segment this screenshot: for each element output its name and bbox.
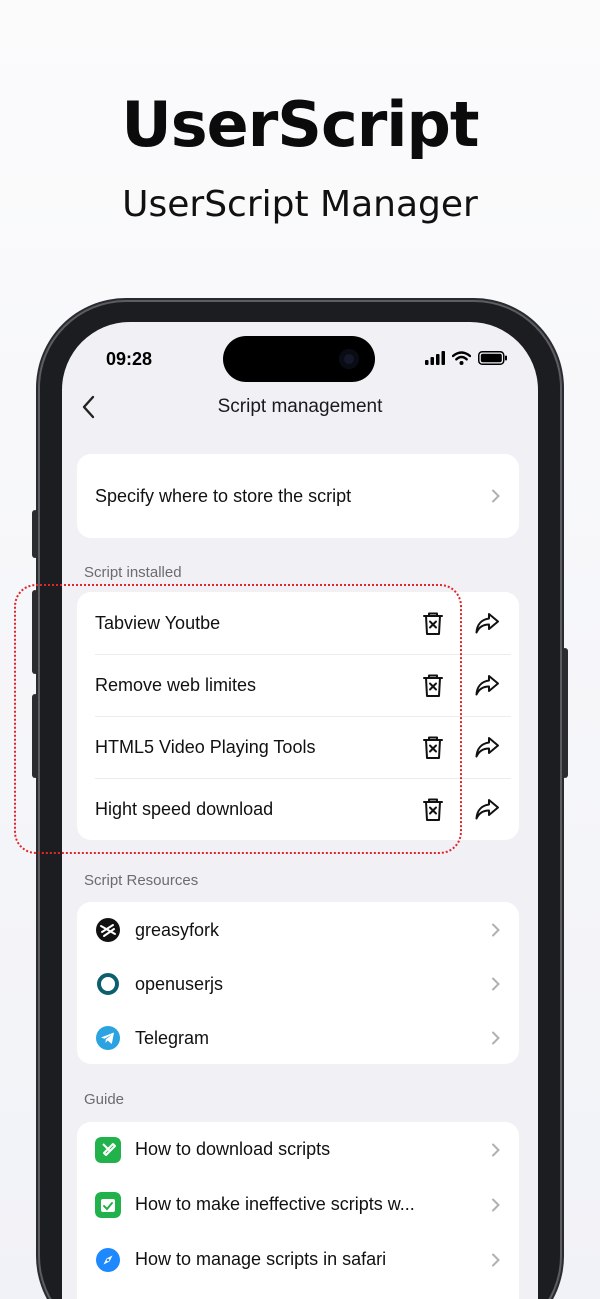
installed-script-row[interactable]: Tabview Youtbe [77,592,519,654]
phone-volume-up [32,590,38,674]
greasyfork-icon [96,918,120,942]
delete-icon[interactable] [419,795,447,823]
page-title: Script management [217,396,383,417]
openuserjs-icon [97,973,119,995]
share-icon[interactable] [473,671,501,699]
safari-icon [96,1247,120,1272]
resource-row[interactable]: greasyfork [77,903,519,957]
chevron-right-icon [492,1198,500,1211]
resource-row[interactable]: Telegram [77,1011,519,1065]
resources-section-label: Script Resources [84,872,199,889]
installed-script-row[interactable]: HTML5 Video Playing Tools [77,716,519,778]
resource-row[interactable]: openuserjs [77,957,519,1011]
guide-row[interactable]: How to make ineffective scripts w... [77,1177,519,1232]
delete-icon[interactable] [419,609,447,637]
script-name: Tabview Youtbe [95,612,221,633]
phone-action-button [32,510,38,558]
phone-screen: 09:28 Script management Specify where to… [62,322,538,1299]
phone-volume-down [32,694,38,778]
guide-row[interactable]: How to manage scripts in safari [77,1232,519,1287]
status-time: 09:28 [106,349,153,369]
phone-power-button [562,648,568,778]
chevron-right-icon [492,489,500,503]
delete-icon[interactable] [419,671,447,699]
resource-name: openuserjs [135,973,224,994]
hero-subtitle: UserScript Manager [122,184,478,225]
chevron-right-icon [492,923,500,937]
installed-script-row[interactable]: Remove web limites [77,654,519,716]
resources-card: greasyfork openuserjs Telegram [77,902,519,1064]
telegram-icon [96,1026,120,1050]
guide-title: How to manage scripts in safari [135,1249,387,1269]
resource-name: greasyfork [135,919,220,940]
battery-icon [478,351,507,365]
dynamic-island [223,336,375,382]
script-name: Remove web limites [95,674,257,695]
script-name: Hight speed download [95,798,274,819]
script-name: HTML5 Video Playing Tools [95,736,316,757]
chevron-right-icon [492,977,500,991]
phone-frame: 09:28 Script management Specify where to… [32,302,568,1299]
status-icons [425,351,508,365]
download-guide-icon [95,1136,121,1163]
storage-location-label: Specify where to store the script [95,485,352,506]
resource-name: Telegram [135,1027,210,1048]
storage-card[interactable]: Specify where to store the script [77,454,519,538]
camera-icon [339,349,359,369]
wifi-icon [452,351,471,365]
guide-title: How to download scripts [135,1139,331,1159]
navigation-bar: Script management [62,382,538,432]
guide-title: How to make ineffective scripts w... [135,1194,415,1214]
guide-row[interactable]: How to download scripts [77,1122,519,1177]
chevron-right-icon [492,1253,500,1266]
chevron-right-icon [492,1031,500,1045]
installed-script-row[interactable]: Hight speed download [77,778,519,840]
share-icon[interactable] [473,795,501,823]
installed-section-label: Script installed [84,564,182,581]
chevron-right-icon [492,1143,500,1156]
cellular-signal-icon [425,351,445,365]
share-icon[interactable] [473,733,501,761]
guide-section-label: Guide [84,1091,125,1108]
fix-guide-icon [95,1191,121,1218]
share-icon[interactable] [473,609,501,637]
installed-scripts-card: Tabview Youtbe Remove web limites HTML5 Vi… [77,592,519,840]
delete-icon[interactable] [419,733,447,761]
guide-card: How to download scripts How to make ineff… [77,1122,519,1299]
hero-title: UserScript [121,88,479,161]
